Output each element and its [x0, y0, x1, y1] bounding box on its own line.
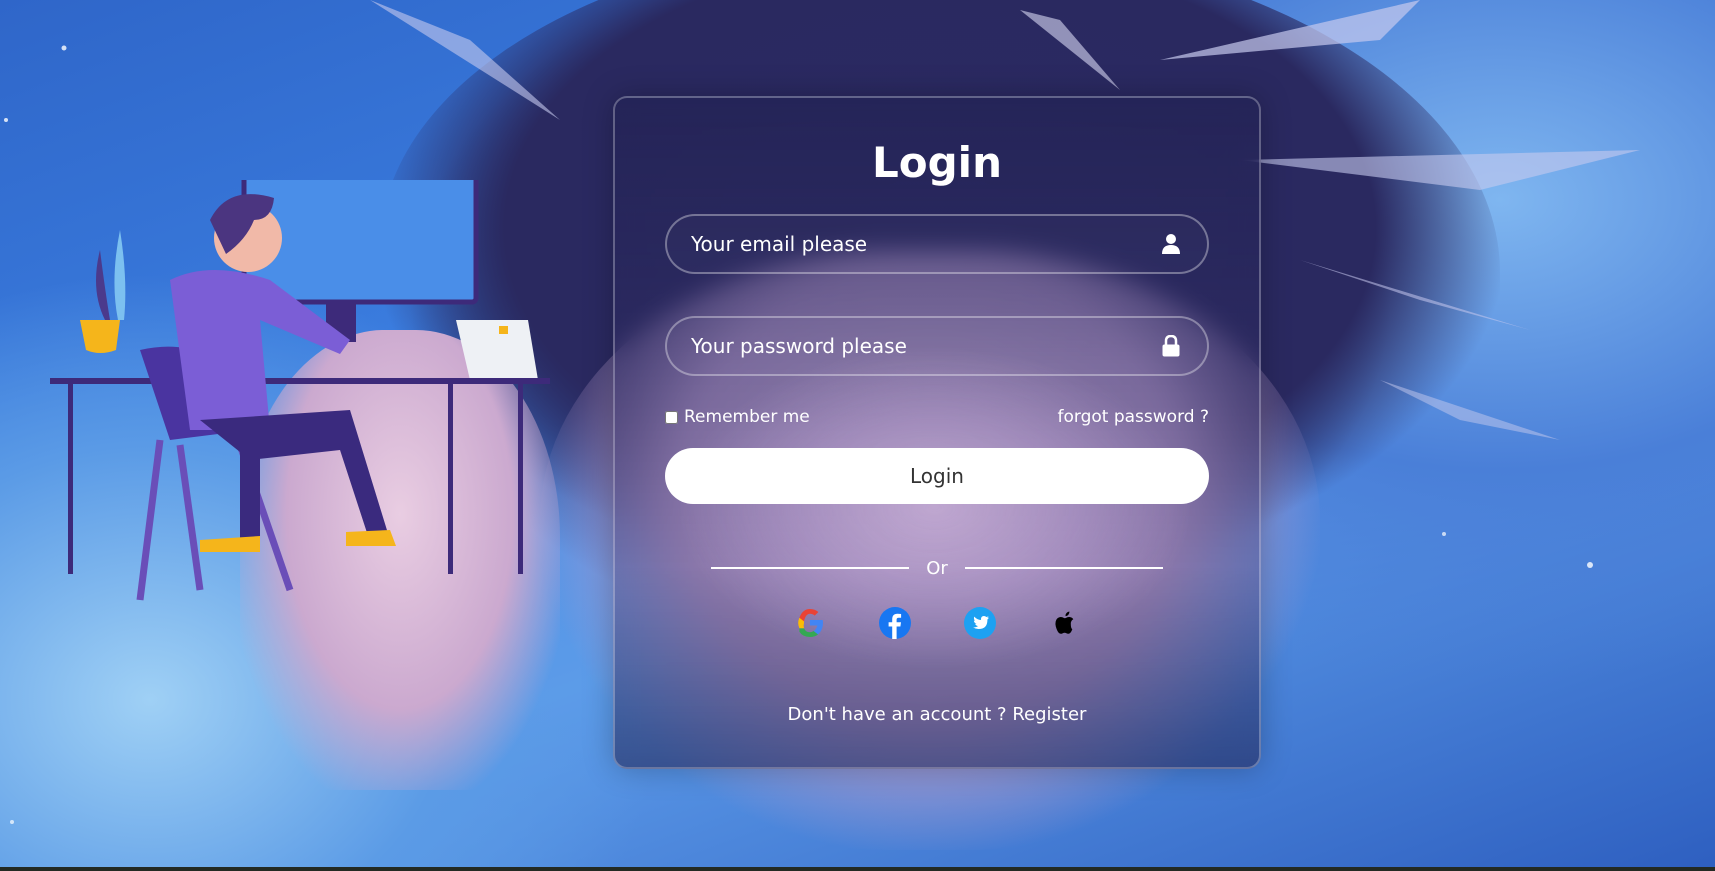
remember-me-label: Remember me [684, 407, 810, 427]
login-card: Login Remember me forgot password ? Logi… [613, 96, 1261, 769]
user-icon [1159, 232, 1183, 256]
google-icon[interactable] [793, 606, 827, 640]
login-options: Remember me forgot password ? [665, 404, 1209, 430]
register-prompt-text: Don't have an account ? [787, 704, 1007, 725]
twitter-icon[interactable] [963, 606, 997, 640]
login-button[interactable]: Login [665, 448, 1209, 504]
password-field[interactable] [665, 316, 1209, 376]
or-divider: Or [711, 557, 1163, 579]
social-login-row [615, 606, 1259, 640]
register-link[interactable]: Register [1012, 704, 1086, 725]
email-field[interactable] [665, 214, 1209, 274]
remember-me[interactable]: Remember me [665, 407, 810, 427]
lock-icon [1159, 334, 1183, 358]
divider-line-left [711, 567, 909, 569]
divider-text: Or [926, 557, 948, 579]
forgot-password-link[interactable]: forgot password ? [1058, 407, 1209, 427]
bottom-edge-bar [0, 867, 1715, 871]
person-at-desk-illustration [50, 180, 550, 601]
login-title: Login [872, 138, 1002, 187]
register-prompt: Don't have an account ? Register [615, 704, 1259, 725]
remember-me-checkbox[interactable] [665, 410, 678, 424]
password-input[interactable] [667, 333, 1159, 359]
facebook-icon[interactable] [878, 606, 912, 640]
divider-line-right [965, 567, 1163, 569]
apple-icon[interactable] [1048, 606, 1082, 640]
email-input[interactable] [667, 231, 1159, 257]
